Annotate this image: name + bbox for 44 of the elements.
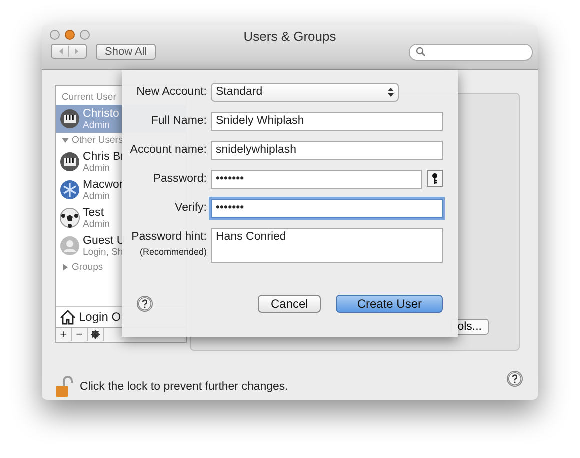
house-icon: [60, 310, 76, 324]
section-header: Groups: [72, 262, 104, 273]
help-icon[interactable]: [507, 371, 523, 387]
avatar-icon: [60, 180, 80, 200]
field-label: Password hint:: [132, 231, 207, 243]
password-assistant-button[interactable]: [427, 170, 443, 187]
search-field[interactable]: [409, 44, 533, 61]
account-type-dropdown[interactable]: Standard: [211, 83, 399, 102]
lock-message: Click the lock to prevent further changes.: [80, 381, 288, 393]
window-title: Users & Groups: [244, 29, 336, 44]
add-button[interactable]: +: [56, 328, 72, 341]
input-field[interactable]: Snidely Whiplash: [211, 112, 443, 131]
create-user-button[interactable]: Create User: [336, 295, 443, 313]
close-button[interactable]: [50, 30, 60, 40]
cancel-button[interactable]: Cancel: [258, 295, 322, 313]
gear-icon: [91, 330, 100, 339]
input-field[interactable]: Hans Conried: [211, 228, 443, 263]
section-header: Other Users: [72, 135, 124, 146]
expanded-triangle-icon[interactable]: [62, 137, 69, 144]
password-field[interactable]: •••••••: [211, 199, 443, 218]
avatar-icon: [60, 236, 80, 256]
back-forward-control[interactable]: [51, 44, 87, 59]
help-icon[interactable]: [137, 296, 153, 312]
show-all-button[interactable]: Show All: [96, 44, 156, 60]
lock-icon[interactable]: [55, 376, 73, 398]
key-icon: [432, 173, 438, 184]
field-label: Verify:: [175, 202, 207, 214]
input-field[interactable]: snidelywhiplash: [211, 141, 443, 160]
field-label: Password:: [153, 173, 207, 185]
collapsed-triangle-icon[interactable]: [62, 264, 69, 271]
field-sublabel: (Recommended): [138, 247, 207, 258]
field-label: Account name:: [130, 144, 207, 156]
avatar-icon: [60, 109, 80, 129]
minimize-button[interactable]: [65, 30, 75, 40]
search-icon: [416, 47, 426, 57]
settings-button[interactable]: [88, 328, 104, 341]
avatar-icon: [60, 208, 80, 228]
updown-arrows-icon: [388, 88, 394, 97]
section-header: Current User: [62, 92, 116, 103]
zoom-button[interactable]: [80, 30, 90, 40]
password-field[interactable]: •••••••: [211, 170, 422, 189]
remove-button[interactable]: −: [72, 328, 88, 341]
avatar-icon: [60, 152, 80, 172]
field-label: New Account:: [136, 86, 207, 98]
